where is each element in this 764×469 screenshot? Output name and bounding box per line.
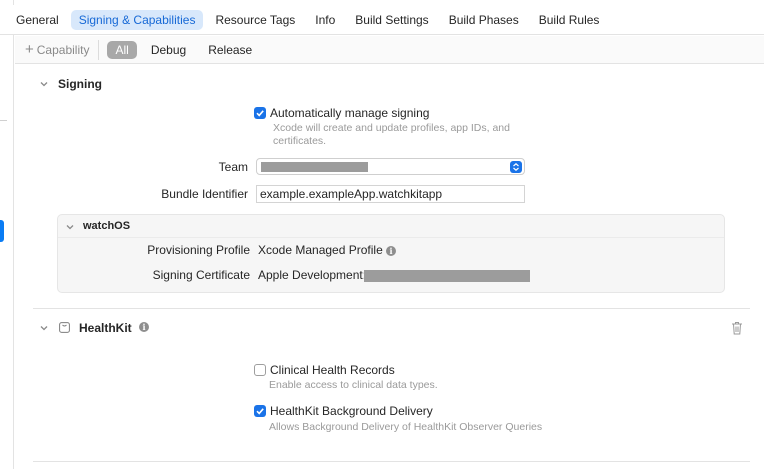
healthkit-icon	[59, 322, 70, 333]
auto-manage-signing-label: Automatically manage signing	[270, 106, 430, 120]
section-divider	[33, 461, 750, 462]
tab-build-settings[interactable]: Build Settings	[347, 10, 436, 30]
provisioning-profile-label: Provisioning Profile	[147, 243, 250, 257]
bundle-identifier-field[interactable]: example.exampleApp.watchkitapp	[256, 185, 525, 203]
chevron-down-icon[interactable]	[65, 222, 75, 232]
provisioning-profile-value: Xcode Managed Profile	[258, 243, 383, 257]
section-divider	[33, 308, 750, 309]
segment-debug[interactable]: Debug	[143, 41, 194, 59]
watchos-panel-divider	[58, 237, 724, 238]
auto-manage-hint-line2: certificates.	[273, 135, 327, 147]
tab-build-phases[interactable]: Build Phases	[441, 10, 527, 30]
popup-stepper-icon	[510, 160, 522, 173]
segment-release[interactable]: Release	[200, 41, 260, 59]
info-icon[interactable]: i	[386, 246, 396, 256]
healthkit-background-delivery-hint: Allows Background Delivery of HealthKit …	[269, 421, 543, 433]
tab-info[interactable]: Info	[307, 10, 343, 30]
navigator-divider	[0, 120, 7, 121]
add-capability-button[interactable]: + Capability	[15, 39, 100, 60]
redacted-team-name	[261, 162, 368, 172]
tab-resource-tags[interactable]: Resource Tags	[207, 10, 303, 30]
clinical-health-records-checkbox[interactable]	[254, 364, 266, 376]
segment-all[interactable]: All	[107, 40, 137, 59]
plus-icon: +	[25, 40, 34, 58]
info-icon[interactable]: i	[139, 322, 149, 332]
bundle-identifier-label: Bundle Identifier	[161, 187, 248, 201]
signing-section-title: Signing	[58, 77, 102, 91]
configuration-filter-bar: + Capability All Debug Release	[15, 36, 764, 64]
trash-icon[interactable]	[731, 321, 743, 335]
chevron-down-icon[interactable]	[39, 323, 49, 333]
clinical-health-records-label: Clinical Health Records	[270, 363, 395, 377]
team-popup[interactable]	[256, 158, 525, 175]
watchos-title: watchOS	[83, 220, 131, 232]
tab-general[interactable]: General	[8, 10, 67, 30]
clinical-health-records-hint: Enable access to clinical data types.	[269, 379, 438, 391]
signing-certificate-value: Apple Development:	[258, 268, 367, 282]
redacted-certificate-name	[364, 270, 530, 282]
team-label: Team	[218, 160, 248, 174]
tab-build-rules[interactable]: Build Rules	[531, 10, 608, 30]
navigator-selection-indicator	[0, 220, 4, 242]
auto-manage-hint-line1: Xcode will create and update profiles, a…	[273, 122, 510, 134]
healthkit-section-title: HealthKit	[79, 321, 132, 335]
healthkit-background-delivery-label: HealthKit Background Delivery	[270, 404, 433, 418]
chevron-down-icon[interactable]	[39, 79, 49, 89]
editor-tab-bar: General Signing & Capabilities Resource …	[0, 5, 764, 35]
add-capability-label: Capability	[36, 42, 90, 57]
auto-manage-signing-checkbox[interactable]	[254, 107, 266, 119]
navigator-edge	[0, 0, 14, 469]
checkmark-icon	[256, 408, 264, 415]
signing-certificate-label: Signing Certificate	[152, 268, 250, 282]
tab-signing-capabilities[interactable]: Signing & Capabilities	[70, 9, 204, 30]
healthkit-background-delivery-checkbox[interactable]	[254, 405, 266, 417]
checkmark-icon	[256, 110, 264, 117]
